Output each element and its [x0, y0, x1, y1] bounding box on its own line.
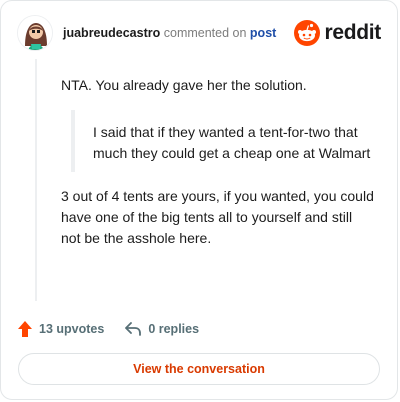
- comment-footer: 13 upvotes 0 replies: [17, 319, 219, 339]
- comment-header: juabreudecastro commented on post reddit: [17, 15, 381, 53]
- reply-arrow-icon: [125, 322, 142, 336]
- reddit-logo[interactable]: reddit: [294, 19, 381, 47]
- comment-paragraph-2: 3 out of 4 tents are yours, if you wante…: [61, 188, 374, 246]
- blockquote: I said that if they wanted a tent-for-tw…: [71, 110, 375, 172]
- upvote-arrow-icon: [18, 321, 32, 337]
- action-text: commented on: [163, 26, 247, 40]
- comment-card: juabreudecastro commented on post reddit…: [0, 0, 398, 400]
- reply-button[interactable]: 0 replies: [124, 321, 199, 337]
- comment-meta: juabreudecastro commented on post: [63, 26, 276, 40]
- post-link[interactable]: post: [250, 26, 276, 40]
- reddit-snoo-icon: [294, 20, 321, 46]
- author-username[interactable]: juabreudecastro: [63, 26, 160, 40]
- upvote-count: 13 upvotes: [39, 322, 105, 336]
- comment-paragraph-1: NTA. You already gave her the solution.: [61, 77, 307, 93]
- reply-count: 0 replies: [148, 322, 200, 336]
- upvote-button[interactable]: 13 upvotes: [17, 320, 104, 338]
- comment-body: NTA. You already gave her the solution. …: [61, 75, 375, 249]
- quote-text: I said that if they wanted a tent-for-tw…: [93, 124, 371, 161]
- reddit-wordmark: reddit: [324, 21, 381, 44]
- thread-line[interactable]: [35, 59, 37, 301]
- avatar-icon[interactable]: [17, 15, 53, 51]
- view-conversation-button[interactable]: View the conversation: [18, 353, 380, 385]
